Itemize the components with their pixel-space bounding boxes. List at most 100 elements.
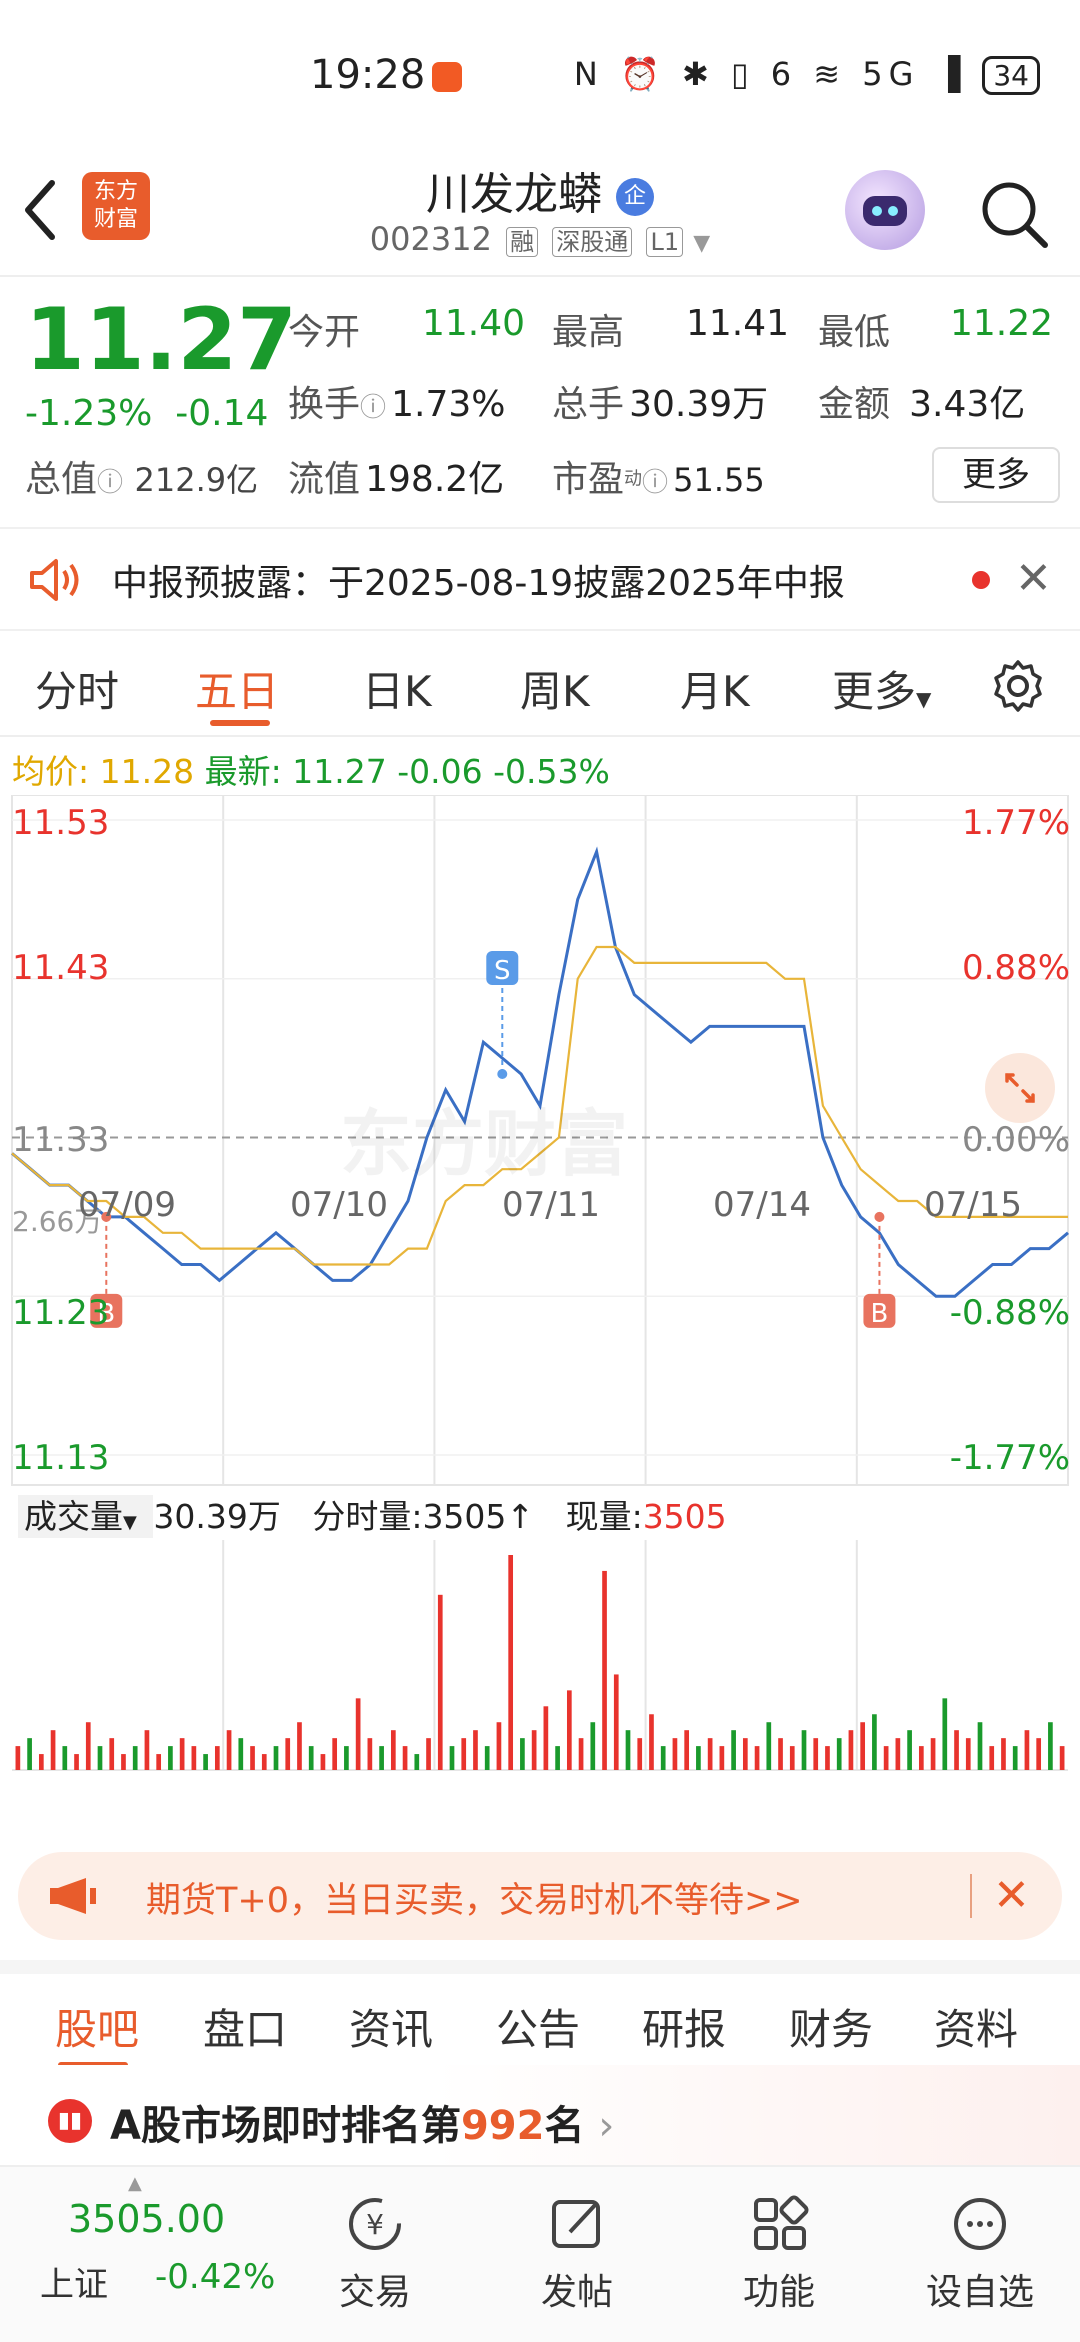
volume-bar [637, 1738, 643, 1770]
caret-down-icon: ▼ [916, 687, 932, 711]
info-icon: ⓘ [97, 468, 124, 498]
open-value: 11.40 [422, 303, 526, 344]
minute-volume: 3505↑ [422, 1497, 535, 1536]
rank-prefix: A股市场即时排名第 [110, 2103, 461, 2149]
tab-news[interactable]: 资讯 [349, 1996, 433, 2057]
info-icon: ⓘ [360, 393, 387, 423]
price-change: -1.23% -0.14 [25, 393, 268, 434]
volume-bar [860, 1722, 866, 1770]
volume-bar [602, 1570, 607, 1770]
search-icon[interactable] [975, 175, 1055, 259]
stock-code: 002312 [369, 220, 492, 258]
nav-functions-label[interactable]: 功能 [709, 2263, 849, 2315]
tag-connect: 深股通 [552, 227, 633, 257]
turnover-value: 1.73% [391, 384, 506, 425]
volume-bar [344, 1746, 349, 1770]
expand-icon[interactable] [985, 1053, 1055, 1123]
close-icon[interactable]: ✕ [993, 1870, 1030, 1921]
nav-watchlist-label[interactable]: 设自选 [910, 2263, 1050, 2315]
volume-bar [390, 1730, 396, 1770]
nav-watchlist-icon[interactable] [910, 2192, 1050, 2260]
volume-bar [531, 1730, 537, 1770]
volume-bar [989, 1746, 995, 1770]
tab-five-day[interactable]: 五日 [195, 658, 279, 719]
tab-finance[interactable]: 财务 [789, 1996, 873, 2057]
low-value: 11.22 [950, 303, 1054, 344]
more-button[interactable]: 更多 [932, 447, 1060, 503]
rank-chart-icon: ▮▮ [48, 2099, 92, 2143]
volume-bar [965, 1738, 971, 1770]
status-bar: 19:28 N ⏰ ✱ ▯ 6 ≋ 5G ▐ 34 [0, 0, 1080, 150]
speaker-icon [28, 557, 84, 607]
five-day-chart[interactable]: BSB 11.53 11.43 11.33 11.23 11.13 1.77% … [0, 794, 1080, 1855]
volume-bar [754, 1746, 760, 1770]
tab-more[interactable]: 更多▼ [832, 658, 931, 719]
status-icons: N ⏰ ✱ ▯ 6 ≋ 5G ▐ 34 [574, 55, 1040, 95]
chevron-right-icon: › [598, 2103, 615, 2149]
volume-bar [918, 1746, 924, 1770]
tab-intraday[interactable]: 分时 [35, 658, 119, 719]
volume-bar [766, 1722, 772, 1770]
volume-bar [1048, 1722, 1053, 1770]
volume-selector[interactable]: 成交量▼ [18, 1495, 154, 1538]
tab-order-book[interactable]: 盘口 [203, 1996, 287, 2057]
nav-trade-icon[interactable]: ¥ [305, 2192, 445, 2260]
unread-dot [972, 571, 990, 589]
notice-bar[interactable]: 中报预披露：于2025-08-19披露2025年中报 ✕ [0, 527, 1080, 631]
volume-bar [895, 1738, 901, 1770]
tab-profile[interactable]: 资料 [934, 1996, 1018, 2057]
nav-post-icon[interactable] [507, 2192, 647, 2260]
watermark: 东方财富 [340, 1102, 629, 1186]
pe-label: 市盈 [552, 459, 625, 500]
volume-bar [121, 1754, 126, 1770]
volume-bar [461, 1738, 467, 1770]
volume-bar [285, 1738, 291, 1770]
enterprise-badge: 企 [616, 178, 654, 216]
volume-bar [566, 1690, 572, 1770]
latest-label: 最新: [204, 752, 282, 791]
tab-more-label: 更多 [832, 667, 917, 716]
high-label: 最高 [552, 312, 625, 353]
close-icon[interactable]: ✕ [1015, 553, 1052, 604]
index-name: 上证 [40, 2265, 108, 2305]
volume-bar [1001, 1738, 1006, 1770]
volume-bar [613, 1674, 619, 1770]
tab-announcements[interactable]: 公告 [496, 1996, 580, 2057]
volume-bar [320, 1754, 326, 1770]
rank-text: A股市场即时排名第992名 › [110, 2093, 614, 2151]
tab-weekly-k[interactable]: 周K [520, 658, 590, 719]
tab-research[interactable]: 研报 [642, 1996, 726, 2057]
volume-bar [707, 1738, 713, 1770]
volume-bar [1059, 1746, 1065, 1770]
tab-forum[interactable]: 股吧 [55, 1996, 139, 2057]
volume-bar [825, 1746, 830, 1770]
chart-canvas: BSB [11, 794, 1069, 1771]
y-tick-right-0: 1.77% [961, 803, 1070, 843]
float-value-label: 流值 [288, 459, 361, 500]
market-rank-banner[interactable]: ▮▮ A股市场即时排名第992名 › [0, 2065, 1080, 2165]
volume-bar [191, 1746, 197, 1770]
nav-trade-label[interactable]: 交易 [305, 2263, 445, 2315]
sell-marker-label: S [494, 956, 511, 986]
volume-total: 30.39万 [153, 1497, 281, 1536]
avg-value: 11.28 [99, 752, 195, 791]
turnover-field[interactable]: 换手ⓘ 1.73% [288, 375, 506, 427]
volume-bar [62, 1746, 68, 1770]
gear-icon[interactable] [990, 658, 1046, 718]
x-tick-3: 07/14 [713, 1185, 811, 1225]
robot-avatar[interactable] [845, 170, 925, 250]
pe-field[interactable]: 市盈动ⓘ 51.55 [552, 450, 765, 502]
minute-volume-label: 分时量: [312, 1497, 423, 1536]
tab-monthly-k[interactable]: 月K [680, 658, 750, 719]
status-time: 19:28 [310, 52, 426, 98]
tab-daily-k[interactable]: 日K [362, 658, 432, 719]
index-value[interactable]: 3505.00 [68, 2197, 225, 2241]
futures-ad-banner[interactable]: 期货T+0，当日买卖，交易时机不等待>> ✕ [18, 1852, 1062, 1940]
volume-bar [85, 1722, 91, 1770]
high-field: 最高 [552, 303, 624, 355]
total-value[interactable]: 总值ⓘ 212.9亿 [25, 450, 258, 502]
nav-post-label[interactable]: 发帖 [507, 2263, 647, 2315]
volume-bar [660, 1746, 666, 1770]
nav-functions-icon[interactable] [709, 2192, 849, 2260]
volume-bar [590, 1722, 596, 1770]
